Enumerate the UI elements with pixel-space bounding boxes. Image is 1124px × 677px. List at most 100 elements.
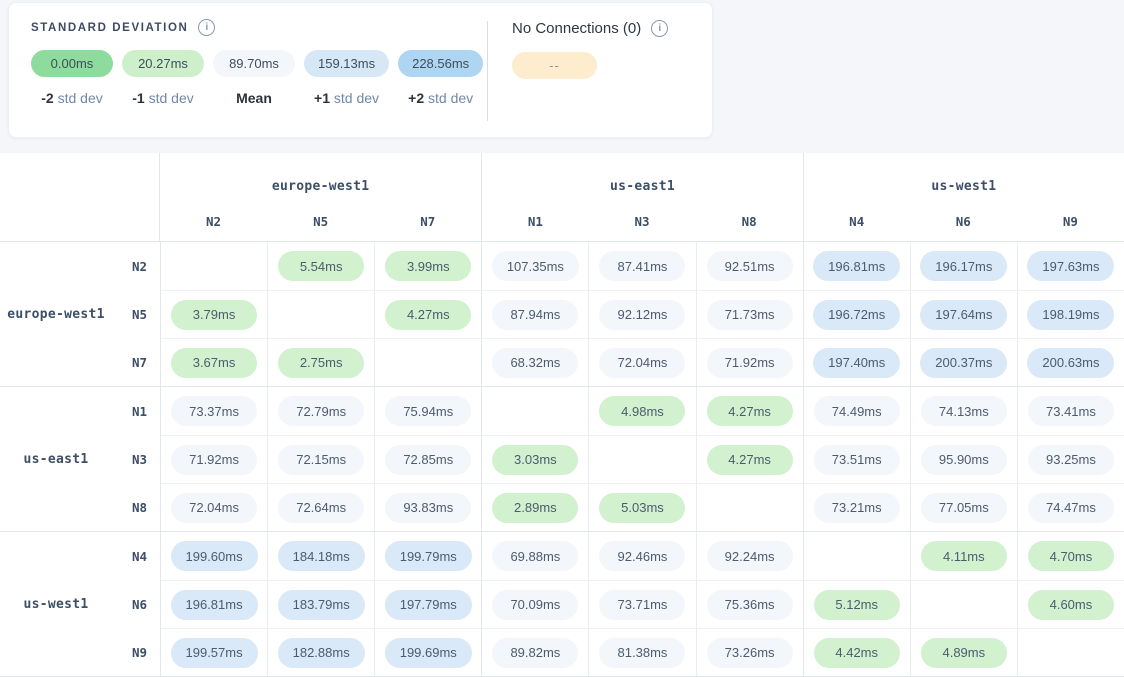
latency-cell: 196.17ms	[910, 242, 1017, 290]
latency-pill: 4.70ms	[1028, 541, 1114, 571]
self-cell	[803, 532, 910, 580]
latency-pill: 70.09ms	[492, 590, 578, 620]
latency-cell: 3.79ms	[160, 290, 267, 338]
latency-cell: 93.83ms	[374, 483, 481, 531]
latency-cell: 4.42ms	[803, 628, 910, 676]
latency-pill: 71.92ms	[171, 445, 257, 475]
latency-pill: 3.79ms	[171, 300, 257, 330]
latency-pill: 196.81ms	[171, 590, 258, 620]
row-node-label: N3	[112, 435, 160, 483]
row-node-label: N8	[112, 483, 160, 531]
latency-cell: 73.21ms	[803, 483, 910, 531]
legend-swatch: 228.56ms	[398, 50, 483, 77]
latency-cell: 71.92ms	[696, 338, 803, 386]
std-deviation-scale: 0.00ms -2 std dev 20.27ms -1 std dev 89.…	[31, 50, 487, 106]
latency-pill: 73.21ms	[814, 493, 900, 523]
latency-pill: 4.89ms	[921, 638, 1007, 668]
legend-label: -2 std dev	[41, 90, 102, 106]
latency-pill: 4.11ms	[921, 541, 1007, 571]
latency-cell: 4.60ms	[1017, 580, 1124, 628]
matrix-corner	[0, 153, 160, 241]
latency-cell: 4.27ms	[374, 290, 481, 338]
latency-cell: 5.12ms	[803, 580, 910, 628]
latency-cell: 196.81ms	[803, 242, 910, 290]
legend-label: +2 std dev	[408, 90, 473, 106]
latency-pill: 199.79ms	[385, 541, 472, 571]
latency-pill: 199.60ms	[171, 541, 258, 571]
legend-label: +1 std dev	[314, 90, 379, 106]
col-node-label: N8	[696, 201, 803, 241]
latency-pill: 4.42ms	[814, 638, 900, 668]
std-deviation-section: STANDARD DEVIATION i 0.00ms -2 std dev 2…	[9, 3, 487, 137]
latency-pill: 3.03ms	[492, 445, 578, 475]
legend-swatch: 20.27ms	[122, 50, 204, 77]
no-connections-title: No Connections (0)	[512, 20, 641, 37]
latency-cell: 4.70ms	[1017, 532, 1124, 580]
info-icon[interactable]: i	[651, 20, 668, 37]
latency-cell: 4.89ms	[910, 628, 1017, 676]
latency-cell: 71.73ms	[696, 290, 803, 338]
col-node-label: N5	[267, 201, 374, 241]
latency-cell: 72.79ms	[267, 387, 374, 435]
latency-pill: 74.13ms	[921, 396, 1007, 426]
latency-cell: 4.98ms	[588, 387, 695, 435]
row-node-label: N7	[112, 338, 160, 386]
latency-pill: 2.89ms	[492, 493, 578, 523]
self-cell	[588, 435, 695, 483]
latency-pill: 196.72ms	[813, 300, 900, 330]
latency-pill: 92.12ms	[599, 300, 685, 330]
legend-item: 0.00ms -2 std dev	[31, 50, 113, 106]
latency-pill: 73.41ms	[1028, 396, 1114, 426]
self-cell	[374, 338, 481, 386]
latency-pill: 75.94ms	[385, 396, 471, 426]
latency-pill: 87.94ms	[492, 300, 578, 330]
latency-pill: 5.12ms	[814, 590, 900, 620]
latency-pill: 197.79ms	[385, 590, 472, 620]
matrix-row-group: europe-west1N25.54ms3.99ms107.35ms87.41m…	[0, 241, 1124, 386]
legend-item: 89.70ms Mean	[213, 50, 295, 106]
latency-cell: 183.79ms	[267, 580, 374, 628]
latency-pill: 72.15ms	[278, 445, 364, 475]
latency-pill: 73.71ms	[599, 590, 685, 620]
no-connections-section: No Connections (0) i --	[488, 3, 712, 137]
latency-pill: 199.57ms	[171, 638, 258, 668]
no-connection-swatch: --	[512, 52, 597, 79]
latency-pill: 87.41ms	[599, 251, 685, 281]
latency-cell: 74.13ms	[910, 387, 1017, 435]
latency-cell: 2.75ms	[267, 338, 374, 386]
latency-pill: 196.17ms	[920, 251, 1007, 281]
latency-pill: 74.49ms	[814, 396, 900, 426]
legend-swatch: 0.00ms	[31, 50, 113, 77]
latency-pill: 68.32ms	[492, 348, 578, 378]
latency-cell: 72.04ms	[160, 483, 267, 531]
latency-pill: 74.47ms	[1028, 493, 1114, 523]
latency-cell: 5.03ms	[588, 483, 695, 531]
latency-pill: 4.60ms	[1028, 590, 1114, 620]
matrix-row-group: us-east1N173.37ms72.79ms75.94ms4.98ms4.2…	[0, 386, 1124, 531]
col-node-label: N9	[1017, 201, 1124, 241]
latency-cell: 68.32ms	[481, 338, 588, 386]
latency-pill: 72.04ms	[171, 493, 257, 523]
latency-cell: 75.94ms	[374, 387, 481, 435]
legend-label: Mean	[236, 90, 272, 106]
latency-cell: 3.67ms	[160, 338, 267, 386]
latency-cell: 4.27ms	[696, 387, 803, 435]
info-icon[interactable]: i	[198, 19, 215, 36]
latency-cell: 4.11ms	[910, 532, 1017, 580]
latency-pill: 73.26ms	[707, 638, 793, 668]
latency-pill: 71.92ms	[707, 348, 793, 378]
latency-pill: 197.63ms	[1027, 251, 1114, 281]
latency-pill: 3.99ms	[385, 251, 471, 281]
latency-pill: 183.79ms	[278, 590, 365, 620]
latency-cell: 199.79ms	[374, 532, 481, 580]
latency-pill: 89.82ms	[492, 638, 578, 668]
latency-pill: 2.75ms	[278, 348, 364, 378]
col-node-label: N3	[588, 201, 695, 241]
row-node-label: N9	[112, 628, 160, 676]
col-node-label: N1	[481, 201, 588, 241]
latency-cell: 72.15ms	[267, 435, 374, 483]
latency-pill: 197.64ms	[920, 300, 1007, 330]
latency-cell: 73.37ms	[160, 387, 267, 435]
latency-pill: 72.64ms	[278, 493, 364, 523]
std-deviation-legend-card: STANDARD DEVIATION i 0.00ms -2 std dev 2…	[8, 2, 713, 138]
